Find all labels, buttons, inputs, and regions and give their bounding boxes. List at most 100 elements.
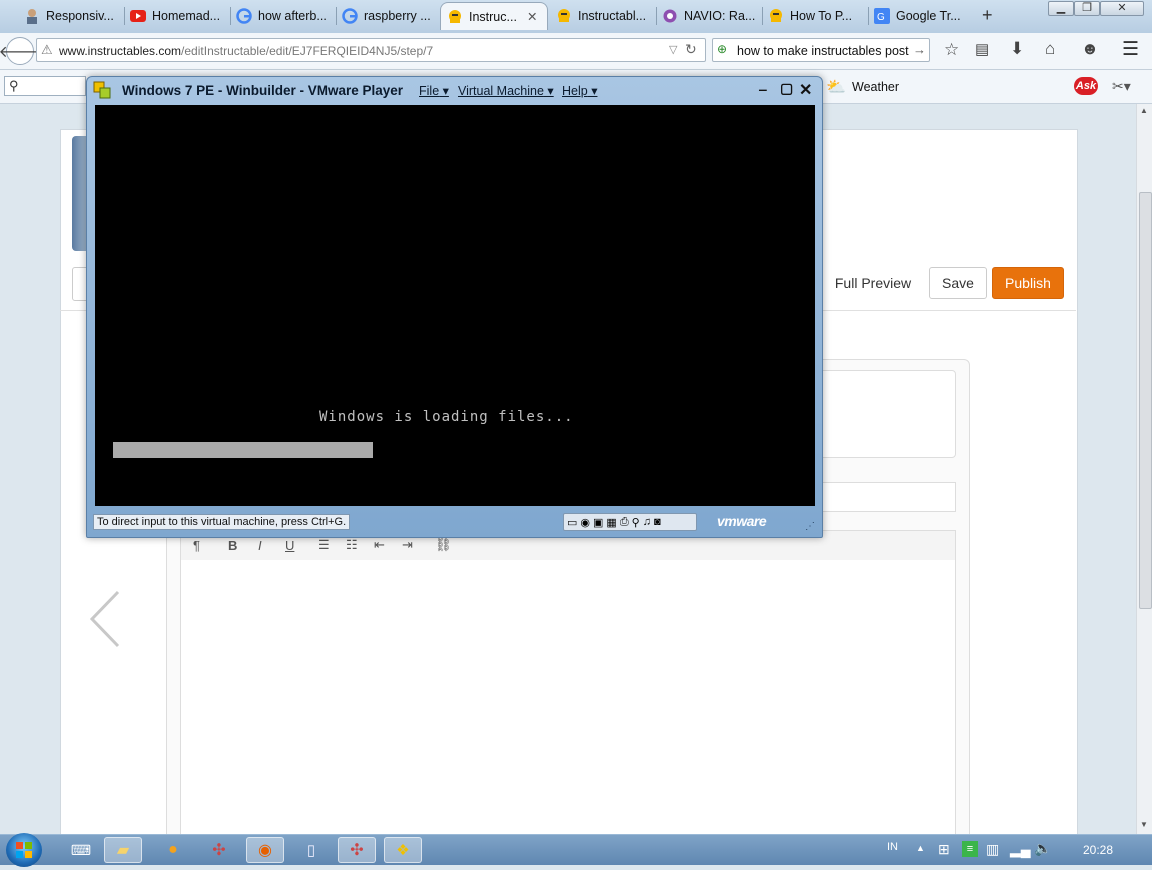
- sound-device-icon[interactable]: ♫: [643, 516, 651, 528]
- tools-icon[interactable]: ✂▾: [1112, 78, 1131, 95]
- windows-tray-icon[interactable]: ⊞: [938, 841, 950, 858]
- link-icon[interactable]: ⛓: [435, 537, 452, 553]
- taskbar-notepad[interactable]: ▯: [292, 837, 330, 863]
- network-device-icon[interactable]: ▦: [606, 516, 616, 529]
- taskbar-media[interactable]: ●: [154, 837, 192, 863]
- vm-maximize-button[interactable]: ▢: [780, 80, 793, 97]
- instructables-icon: [447, 9, 463, 25]
- tab-label: Responsiv...: [46, 9, 114, 23]
- clock[interactable]: 20:28: [1083, 843, 1113, 857]
- usb-device-icon[interactable]: ⚲: [632, 516, 640, 529]
- vm-menu-virtual-machine[interactable]: Virtual Machine ▾: [458, 83, 554, 98]
- hdd-device-icon[interactable]: ▭: [567, 516, 577, 529]
- firefox-icon: ◉: [258, 842, 272, 859]
- orange-ball-icon: ●: [168, 841, 178, 858]
- close-button[interactable]: ✕: [1100, 1, 1144, 16]
- camera-device-icon[interactable]: ◙: [654, 516, 661, 528]
- tab-instructables-2[interactable]: Instructabl...: [550, 2, 654, 30]
- search-bar[interactable]: ⊕ how to make instructables post →: [712, 38, 930, 62]
- search-input[interactable]: how to make instructables post: [737, 44, 909, 58]
- vm-screen[interactable]: Windows is loading files...: [95, 105, 815, 506]
- windows-taskbar: ⌨ ▰ ● ✣ ◉ ▯ ✣ ❖ IN ▲ ⊞ ≡ ▥ ▂▄ 🔈 20:28: [0, 833, 1152, 867]
- taskbar-firefox[interactable]: ◉: [246, 837, 284, 863]
- reading-list-icon[interactable]: ▤: [975, 40, 989, 58]
- start-button[interactable]: [6, 833, 42, 867]
- vm-menu-label: Virtual Machine: [458, 84, 544, 98]
- vm-window-title: Windows 7 PE - Winbuilder - VMware Playe…: [122, 83, 404, 98]
- reload-icon[interactable]: ↻: [685, 41, 697, 58]
- taskbar-app-2[interactable]: ✣: [338, 837, 376, 863]
- printer-device-icon[interactable]: ⎙: [620, 516, 629, 529]
- google-icon: [342, 8, 358, 24]
- volume-icon[interactable]: 🔈: [1034, 840, 1051, 857]
- scroll-down-icon[interactable]: ▼: [1140, 820, 1148, 829]
- dropdown-icon[interactable]: ▽: [669, 43, 677, 56]
- tab-how-to-p[interactable]: How To P...: [762, 2, 866, 30]
- tab-label: Google Tr...: [896, 9, 961, 23]
- indent-icon[interactable]: ⇥: [402, 537, 413, 553]
- tab-responsive[interactable]: Responsiv...: [18, 2, 122, 30]
- bullet-list-icon[interactable]: ☰: [318, 537, 330, 553]
- search-go-icon[interactable]: →: [913, 42, 926, 57]
- underline-button[interactable]: U: [285, 538, 294, 553]
- home-icon[interactable]: ⌂: [1045, 39, 1055, 59]
- propeller-icon: ✣: [212, 842, 226, 859]
- numbered-list-icon[interactable]: ☷: [346, 537, 358, 553]
- paragraph-button[interactable]: ¶: [193, 538, 200, 553]
- chat-icon[interactable]: ☻: [1081, 39, 1099, 59]
- tab-navio[interactable]: NAVIO: Ra...: [656, 2, 760, 30]
- previous-step-arrow-icon[interactable]: [88, 588, 124, 650]
- vm-menu-file[interactable]: File ▾: [419, 83, 449, 98]
- floppy-device-icon[interactable]: ▣: [593, 516, 603, 529]
- download-icon[interactable]: ⬇: [1010, 39, 1024, 59]
- new-tab-button[interactable]: +: [982, 5, 993, 26]
- tab-google-translate[interactable]: G Google Tr...: [868, 2, 972, 30]
- device-tray-icon[interactable]: ▥: [986, 841, 999, 858]
- vm-menu-help[interactable]: Help ▾: [562, 83, 597, 98]
- close-tab-icon[interactable]: ✕: [527, 9, 537, 24]
- tray-expand-icon[interactable]: ▲: [916, 843, 925, 853]
- outdent-icon[interactable]: ⇤: [374, 537, 385, 553]
- minimize-button[interactable]: ▁: [1048, 1, 1074, 16]
- folder-icon: ▰: [116, 842, 130, 859]
- back-button[interactable]: 🡐: [0, 37, 41, 65]
- bookmark-star-icon[interactable]: ☆: [944, 40, 959, 60]
- url-bar[interactable]: ⚠ www.instructables.com/editInstructable…: [36, 38, 706, 62]
- publish-button[interactable]: Publish: [992, 267, 1064, 299]
- scroll-up-icon[interactable]: ▲: [1140, 106, 1148, 115]
- vmware-player-window[interactable]: Windows 7 PE - Winbuilder - VMware Playe…: [86, 76, 823, 538]
- tab-raspberry[interactable]: raspberry ...: [336, 2, 440, 30]
- language-indicator[interactable]: IN: [887, 841, 898, 853]
- keyboard-icon: ⌨: [70, 841, 92, 858]
- maximize-button[interactable]: ❐: [1074, 1, 1100, 16]
- resize-grip-icon[interactable]: ⋰: [805, 521, 815, 532]
- tab-strip: Responsiv... Homemad... how afterb... ra…: [0, 0, 1152, 33]
- google-translate-icon: G: [874, 8, 890, 24]
- taskbar-vmware[interactable]: ❖: [384, 837, 422, 863]
- save-button[interactable]: Save: [929, 267, 987, 299]
- taskbar-app-1[interactable]: ✣: [200, 837, 238, 863]
- green-tray-icon[interactable]: ≡: [962, 841, 978, 857]
- tab-label: Homemad...: [152, 9, 221, 23]
- url-domain: www.instructables.com: [59, 44, 182, 58]
- tab-instructables-active[interactable]: Instruc... ✕: [440, 2, 548, 30]
- ask-icon[interactable]: Ask: [1074, 77, 1098, 95]
- taskbar-keyboard[interactable]: ⌨: [62, 837, 100, 863]
- full-preview-button[interactable]: Full Preview: [822, 267, 924, 299]
- vm-menu-label: File: [419, 84, 440, 98]
- editor-body[interactable]: [180, 560, 956, 834]
- signal-icon[interactable]: ▂▄: [1010, 841, 1031, 858]
- weather-button[interactable]: Weather: [852, 80, 899, 94]
- bold-button[interactable]: B: [228, 538, 237, 553]
- tab-homemade[interactable]: Homemad...: [124, 2, 228, 30]
- toolbar-search-box[interactable]: ⚲: [4, 76, 86, 96]
- cd-device-icon[interactable]: ◉: [580, 516, 590, 529]
- vm-minimize-button[interactable]: ‒: [759, 81, 767, 97]
- italic-button[interactable]: I: [258, 538, 262, 553]
- scroll-thumb[interactable]: [1139, 192, 1152, 609]
- tab-how-afterburner[interactable]: how afterb...: [230, 2, 334, 30]
- menu-icon[interactable]: ☰: [1122, 38, 1139, 61]
- page-scrollbar[interactable]: ▲ ▼: [1136, 104, 1152, 834]
- taskbar-explorer[interactable]: ▰: [104, 837, 142, 863]
- vm-close-button[interactable]: ✕: [799, 80, 812, 100]
